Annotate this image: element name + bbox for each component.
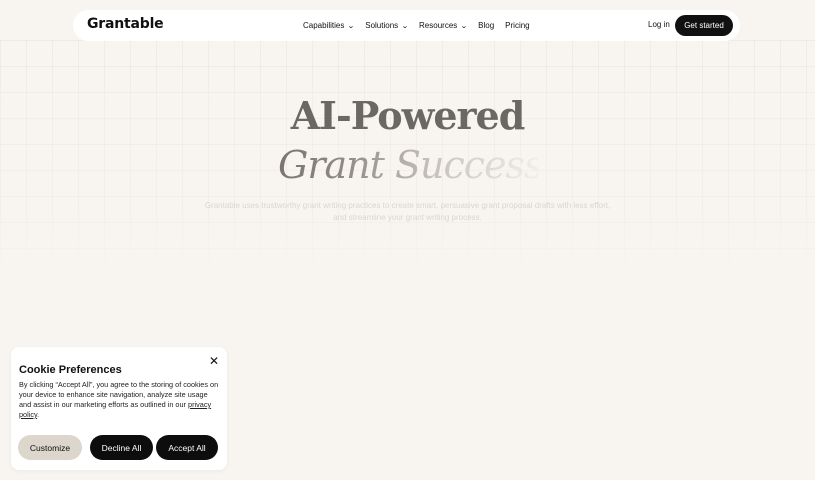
nav-item-blog[interactable]: Blog	[478, 21, 494, 30]
nav-item-solutions[interactable]: Solutions ⌄	[365, 21, 409, 30]
cookie-body-end: .	[37, 410, 40, 419]
nav-item-label: Capabilities	[303, 21, 345, 30]
nav-item-capabilities[interactable]: Capabilities ⌄	[303, 21, 356, 30]
nav-item-pricing[interactable]: Pricing	[505, 21, 529, 30]
get-started-button[interactable]: Get started	[675, 15, 733, 36]
chevron-down-icon: ⌄	[460, 22, 469, 30]
hero-title-line1: AI-Powered	[290, 93, 526, 138]
top-navbar: Grantable Capabilities ⌄ Solutions ⌄ Res…	[73, 10, 740, 41]
nav-item-label: Solutions	[365, 21, 399, 30]
brand-logo[interactable]: Grantable	[87, 16, 164, 32]
chevron-down-icon: ⌄	[401, 22, 409, 30]
nav-item-resources[interactable]: Resources ⌄	[419, 21, 469, 30]
hero-title-line2: Grant Success	[278, 143, 538, 187]
cookie-dialog-text: By clicking “Accept All”, you agree to t…	[19, 380, 219, 420]
cookie-dialog: Cookie Preferences ✕ By clicking “Accept…	[11, 347, 227, 470]
page: Grantable Capabilities ⌄ Solutions ⌄ Res…	[0, 0, 815, 480]
hero-subtitle: Grantable uses trustworthy grant writing…	[204, 201, 611, 222]
customize-button[interactable]: Customize	[18, 435, 82, 460]
cookie-dialog-title: Cookie Preferences	[19, 364, 122, 376]
nav-item-label: Pricing	[505, 21, 530, 30]
close-icon[interactable]: ✕	[207, 354, 221, 368]
decline-all-button[interactable]: Decline All	[90, 435, 153, 460]
nav-links: Capabilities ⌄ Solutions ⌄ Resources ⌄ B…	[303, 10, 530, 41]
nav-item-label: Blog	[478, 21, 495, 30]
accept-all-button[interactable]: Accept All	[156, 435, 218, 460]
login-link[interactable]: Log in	[648, 20, 670, 29]
nav-item-label: Resources	[419, 21, 458, 30]
chevron-down-icon: ⌄	[347, 22, 356, 30]
